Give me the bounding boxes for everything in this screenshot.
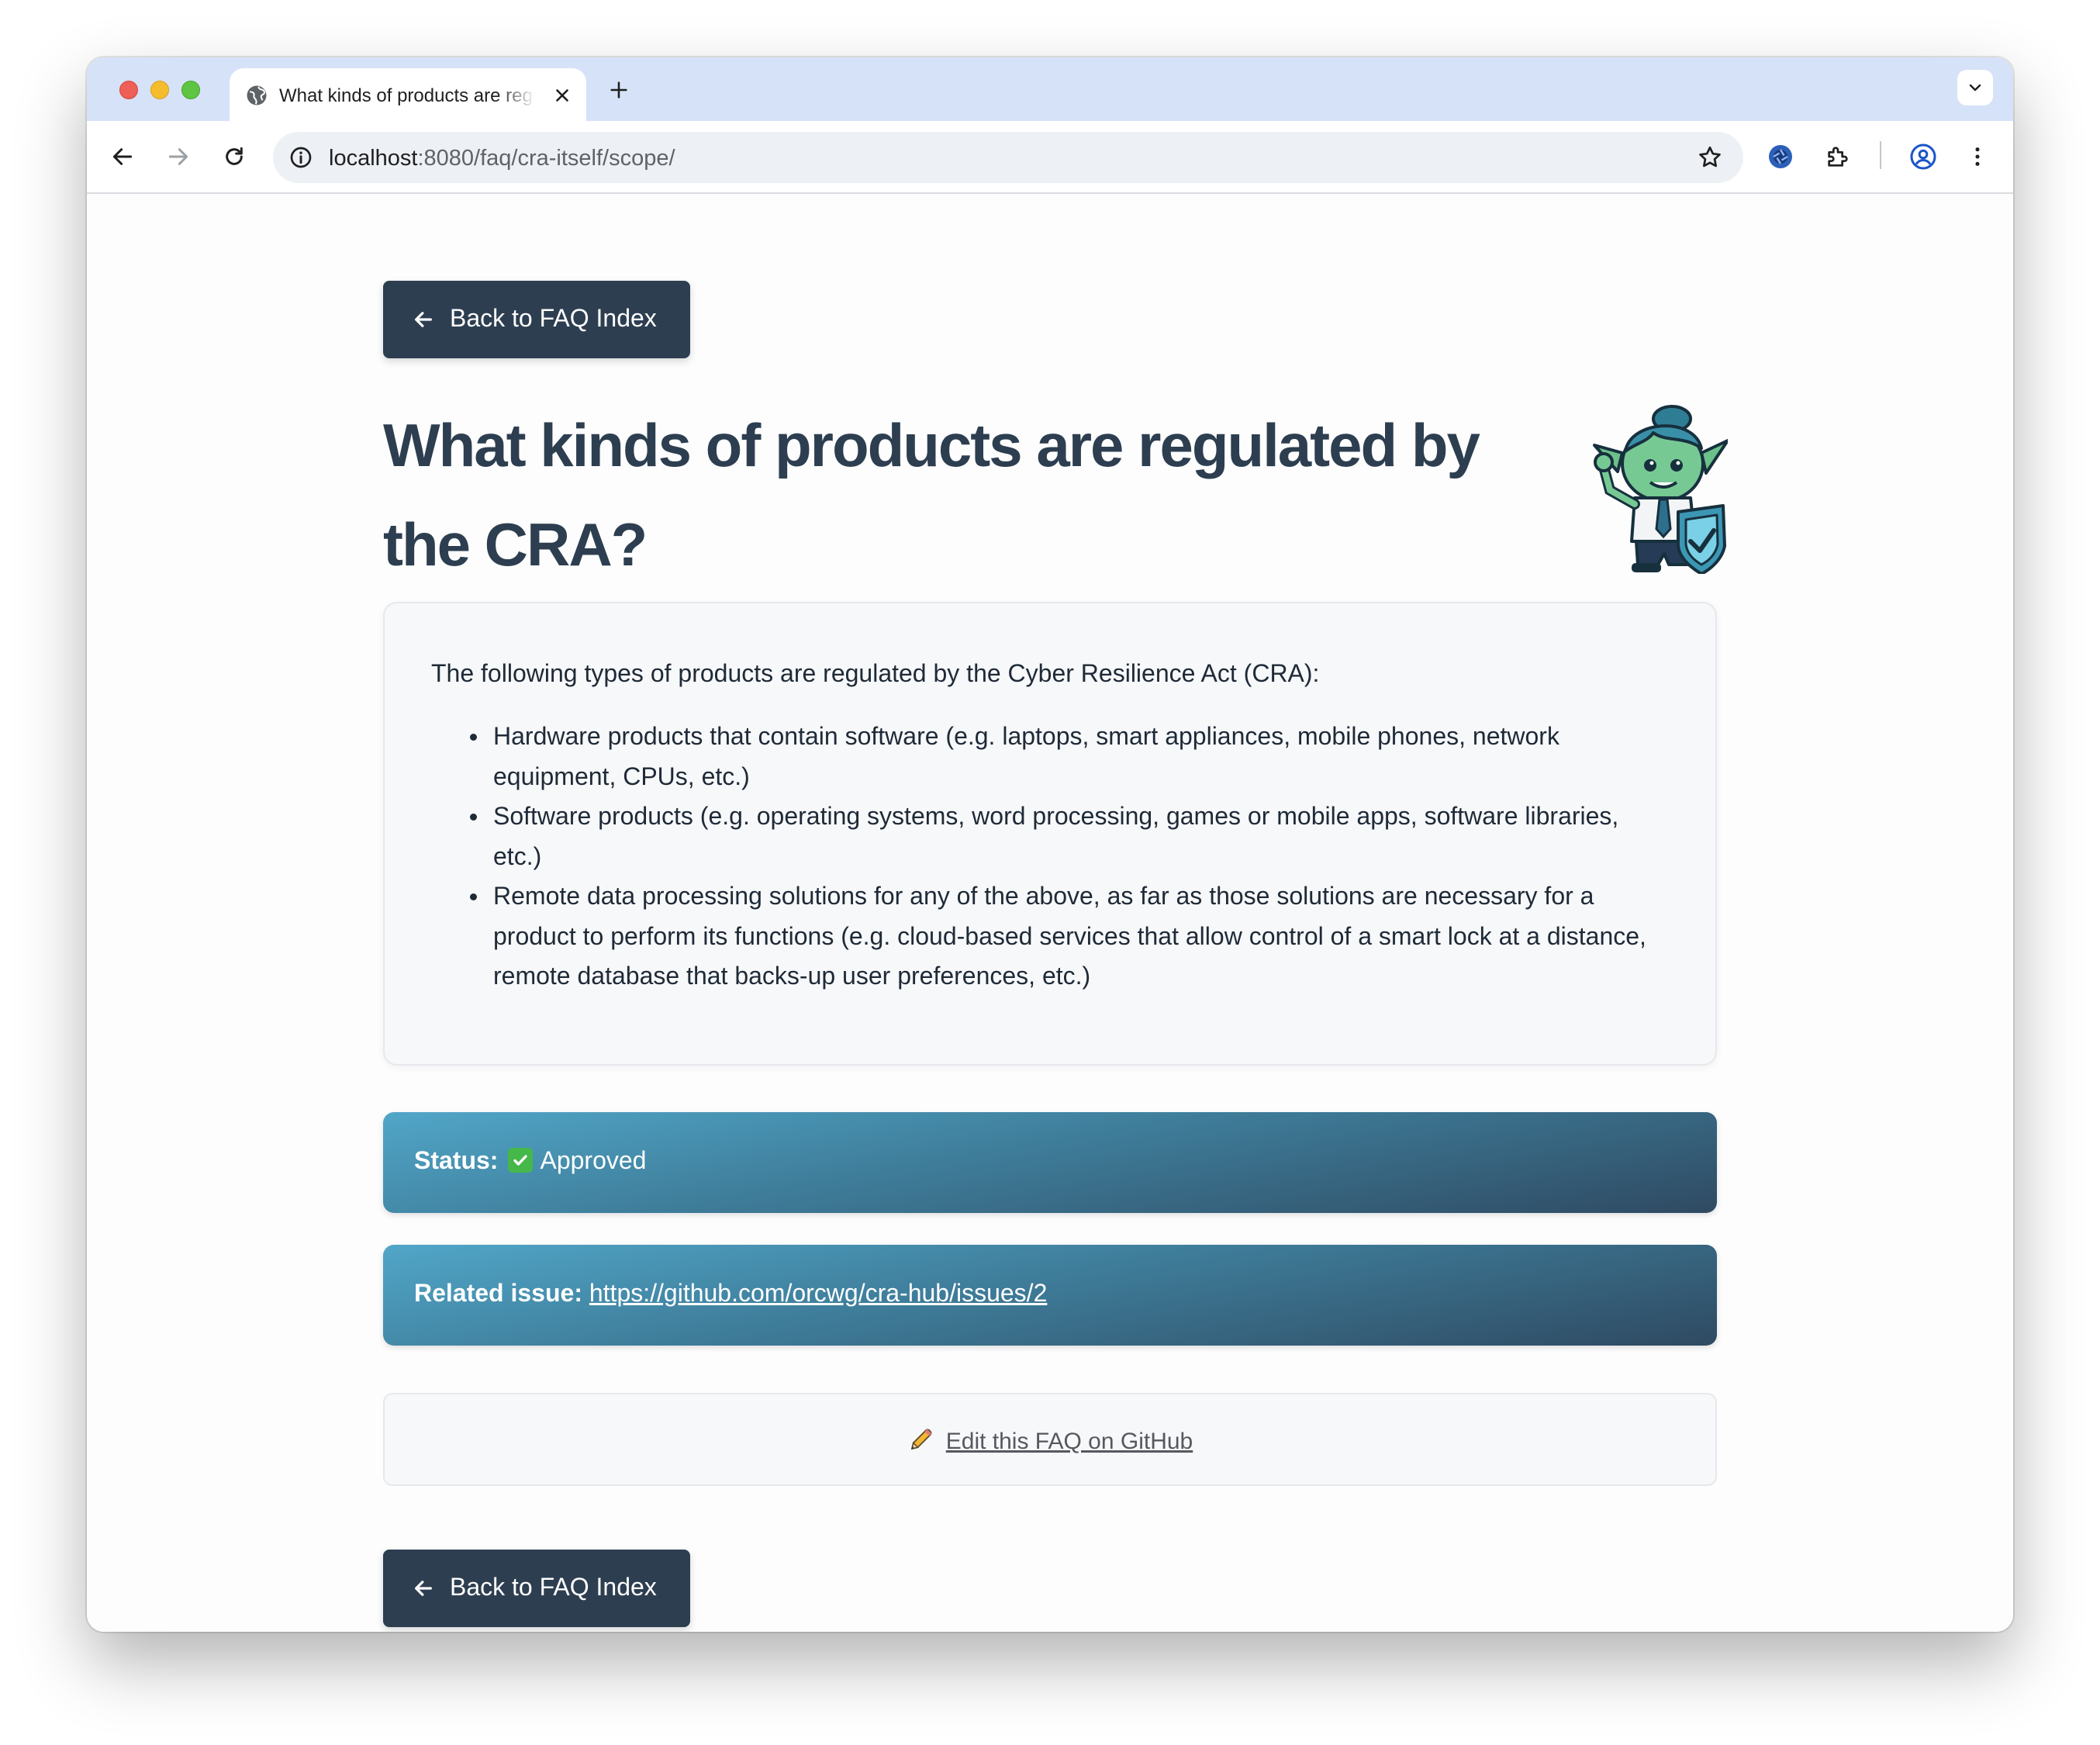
arrow-left-icon	[415, 1581, 432, 1596]
browser-toolbar: localhost:8080/faq/cra-itself/scope/	[87, 121, 2013, 194]
back-to-faq-button-bottom[interactable]: Back to FAQ Index	[383, 1550, 690, 1627]
kebab-menu-icon	[1975, 147, 1980, 166]
goblin-mascot-icon	[1593, 405, 1728, 574]
arrow-right-icon	[168, 148, 188, 165]
tab-search-button[interactable]	[1957, 70, 1993, 105]
related-issue-link[interactable]: https://github.com/orcwg/cra-hub/issues/…	[589, 1279, 1048, 1307]
url-path: :8080/faq/cra-itself/scope/	[417, 146, 675, 171]
info-icon[interactable]	[288, 145, 313, 170]
profile-icon	[1910, 143, 1936, 170]
status-bar: Status: Approved	[383, 1112, 1717, 1213]
puzzle-icon	[1828, 147, 1848, 167]
browser-tab[interactable]: What kinds of products are regulated by …	[230, 68, 586, 121]
extensions-button[interactable]	[1822, 141, 1853, 172]
pencil-icon	[910, 1429, 932, 1450]
reload-button[interactable]	[219, 141, 250, 172]
plus-icon[interactable]	[608, 79, 630, 101]
related-issue-text: Related issue: https://github.com/orcwg/…	[414, 1279, 1047, 1308]
answer-card: The following types of products are regu…	[383, 602, 1717, 1066]
globe-icon	[247, 85, 267, 105]
list-item: Software products (e.g. operating system…	[431, 796, 1672, 876]
back-nav-button[interactable]	[107, 141, 138, 172]
list-item: Hardware products that contain software …	[431, 717, 1672, 796]
back-button-label: Back to FAQ Index	[450, 304, 657, 332]
forward-nav-button[interactable]	[163, 141, 194, 172]
status-text: Status: Approved	[414, 1146, 646, 1175]
related-issue-label: Related issue:	[414, 1279, 582, 1307]
back-button-label: Back to FAQ Index	[450, 1573, 657, 1601]
minimize-window-button[interactable]	[150, 81, 169, 99]
star-icon[interactable]	[1697, 144, 1723, 171]
arrow-left-icon	[415, 312, 432, 327]
tab-title: What kinds of products are regulated by …	[279, 85, 535, 106]
browser-menu-button[interactable]	[1962, 141, 1993, 172]
aperture-icon	[1769, 145, 1792, 168]
arrow-left-icon	[112, 148, 133, 165]
answer-list: Hardware products that contain software …	[431, 717, 1672, 997]
profile-button[interactable]	[1908, 141, 1939, 172]
extension-button[interactable]	[1765, 141, 1796, 172]
toolbar-divider	[1880, 141, 1881, 169]
edit-faq-link[interactable]: Edit this FAQ on GitHub	[946, 1429, 1193, 1454]
browser-window: What kinds of products are regulated by …	[87, 57, 2013, 1632]
status-value: Approved	[540, 1146, 647, 1174]
chevron-down-icon	[1969, 84, 1981, 92]
tab-strip: What kinds of products are regulated by …	[87, 57, 2013, 121]
address-bar[interactable]: localhost:8080/faq/cra-itself/scope/	[273, 132, 1743, 183]
related-issue-bar: Related issue: https://github.com/orcwg/…	[383, 1245, 1717, 1346]
status-label: Status:	[414, 1146, 499, 1174]
close-window-button[interactable]	[119, 81, 138, 99]
close-icon[interactable]	[552, 85, 572, 105]
check-mark-icon	[508, 1148, 534, 1173]
back-to-faq-button-top[interactable]: Back to FAQ Index	[383, 281, 690, 358]
zoom-window-button[interactable]	[181, 81, 200, 99]
answer-intro: The following types of products are regu…	[431, 659, 1320, 687]
reload-icon	[226, 147, 243, 165]
url-host: localhost	[329, 146, 418, 171]
page-content: Back to FAQ Index What kinds of products…	[87, 194, 2013, 1632]
edit-faq-row: Edit this FAQ on GitHub	[385, 1425, 1715, 1455]
page-title: What kinds of products are regulated by …	[383, 411, 1480, 579]
url-text: localhost:8080/faq/cra-itself/scope/	[329, 146, 675, 171]
edit-faq-card: Edit this FAQ on GitHub	[383, 1393, 1717, 1486]
list-item: Remote data processing solutions for any…	[431, 876, 1672, 997]
